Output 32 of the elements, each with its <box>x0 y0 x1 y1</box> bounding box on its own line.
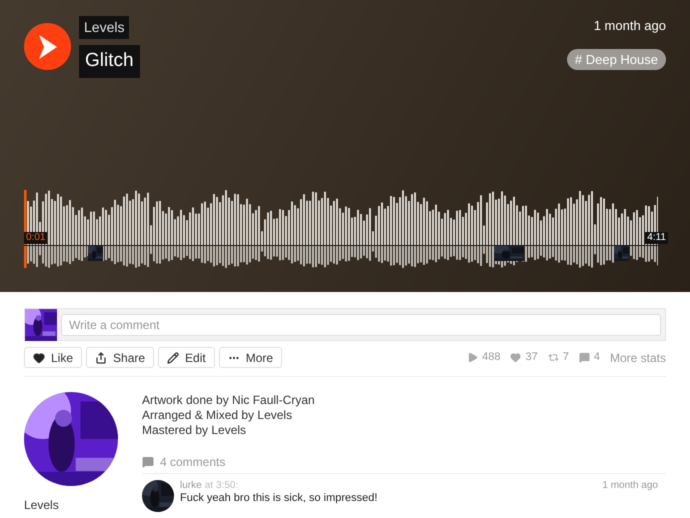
pencil-icon <box>167 352 180 364</box>
comment-field[interactable]: Write a comment <box>61 314 661 336</box>
comment-text: Fuck yeah bro this is sick, so impressed! <box>180 492 378 505</box>
share-button[interactable]: Share <box>86 347 154 368</box>
stat-count: 4 <box>594 350 600 366</box>
play-button[interactable] <box>24 23 71 70</box>
comment-posted: 1 month ago <box>602 480 658 492</box>
artist-link[interactable]: Levels <box>79 16 130 39</box>
description-line: Mastered by Levels <box>142 423 248 438</box>
comments-count: 4 comments <box>160 454 226 471</box>
speech-bubble-icon <box>578 352 590 363</box>
description-line: Arranged & Mixed by Levels <box>142 408 294 423</box>
stat-count: 37 <box>525 350 538 366</box>
elapsed-time: 0:01 <box>24 232 48 244</box>
heart-icon <box>510 352 522 363</box>
description-line: Artwork done by Nic Faull-Cryan <box>142 393 316 408</box>
more-button[interactable]: More <box>218 347 282 368</box>
uploader-name[interactable]: Levels <box>24 496 142 514</box>
play-icon <box>38 34 56 58</box>
like-button[interactable]: Like <box>24 347 82 368</box>
duration-time: 4:11 <box>645 232 668 244</box>
stat-count: 7 <box>562 350 569 366</box>
heart-icon <box>33 352 45 364</box>
posted-time: 1 month ago <box>594 17 666 35</box>
speech-bubble-icon <box>142 456 154 468</box>
comment-at: at <box>204 480 214 492</box>
stat-count: 488 <box>482 350 500 366</box>
play-icon <box>467 352 478 363</box>
repost-icon <box>548 352 559 363</box>
share-icon <box>95 352 108 364</box>
track-title: Glitch <box>79 45 140 78</box>
edit-button[interactable]: Edit <box>158 347 215 368</box>
